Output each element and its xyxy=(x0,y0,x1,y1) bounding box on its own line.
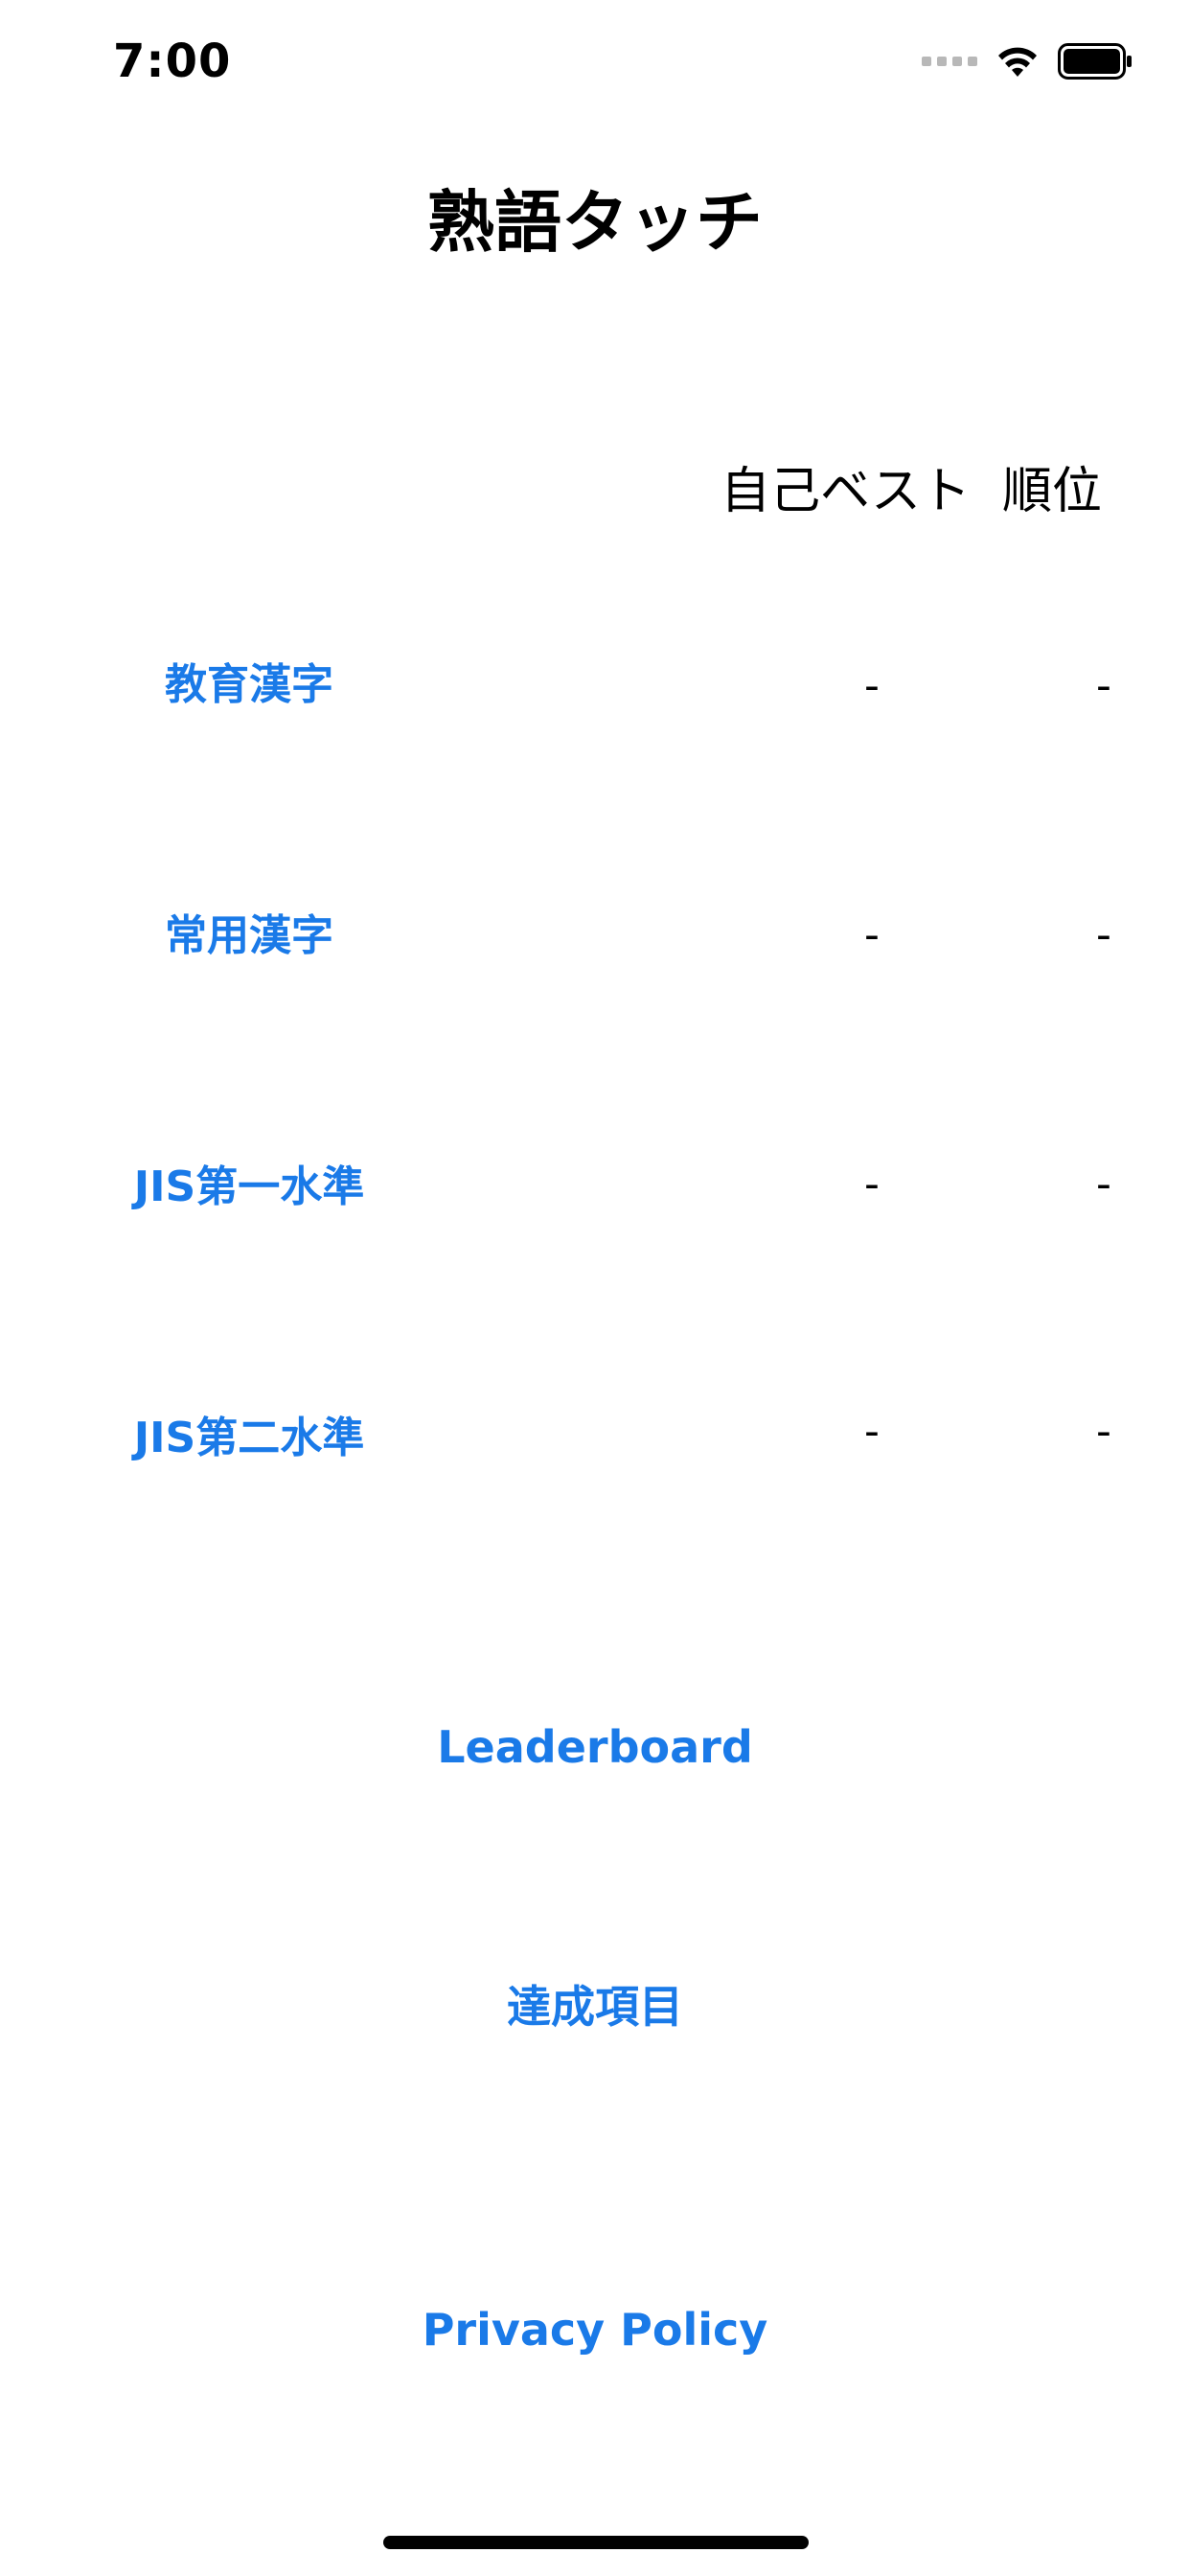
row-rank: - xyxy=(1096,661,1111,710)
row-best-score: - xyxy=(864,1160,880,1208)
battery-icon xyxy=(1058,43,1132,80)
row-rank: - xyxy=(1096,1407,1111,1456)
category-button-jis-level-2[interactable]: JIS第二水準 xyxy=(0,1403,498,1464)
page-title: 熟語タッチ xyxy=(427,183,763,262)
row-best-score: - xyxy=(864,910,880,959)
screen: 7:00 熟語タッチ 自己ベスト 順位 教育漢字 - - 常用漢字 - - JI… xyxy=(0,0,1190,2576)
achievements-button[interactable]: 達成項目 xyxy=(0,1972,1190,2036)
category-button-jis-level-1[interactable]: JIS第一水準 xyxy=(0,1152,498,1213)
home-indicator[interactable] xyxy=(383,2536,809,2549)
category-button-jouyou-kanji[interactable]: 常用漢字 xyxy=(0,901,498,962)
status-icons xyxy=(922,42,1133,80)
row-rank: - xyxy=(1096,910,1111,959)
wifi-icon xyxy=(998,47,1037,77)
privacy-policy-button[interactable]: Privacy Policy xyxy=(0,2304,1190,2356)
row-best-score: - xyxy=(864,1407,880,1456)
row-best-score: - xyxy=(864,661,880,710)
category-button-kyouiku-kanji[interactable]: 教育漢字 xyxy=(0,650,498,711)
signal-dots-icon xyxy=(922,57,977,66)
row-rank: - xyxy=(1096,1160,1111,1208)
column-header-personal-best: 自己ベスト xyxy=(721,463,972,520)
column-header-rank: 順位 xyxy=(1002,463,1103,520)
status-time: 7:00 xyxy=(113,34,232,88)
leaderboard-button[interactable]: Leaderboard xyxy=(0,1721,1190,1773)
